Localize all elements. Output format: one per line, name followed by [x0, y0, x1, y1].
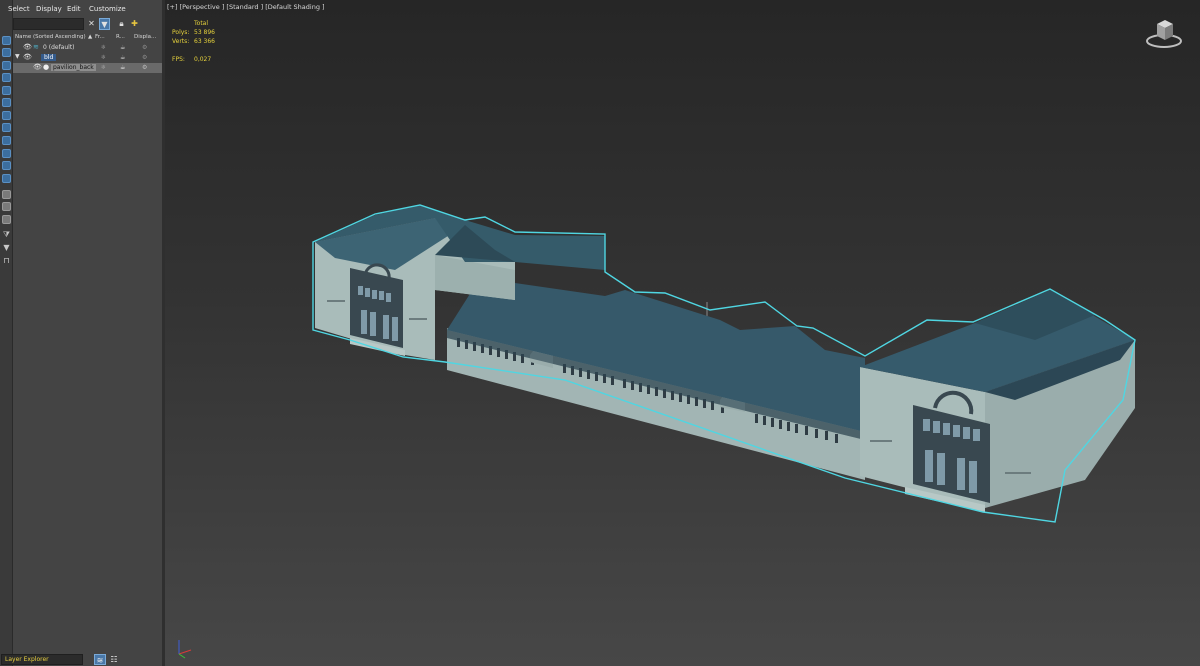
display-helpers-icon[interactable]: [2, 86, 11, 95]
sort-by-layer-icon[interactable]: ≋: [94, 654, 106, 665]
scene-explorer-panel: Select Display Edit Customize ✕ ▼ 🔒︎ ✚ N…: [1, 0, 162, 666]
visibility-eye-icon[interactable]: 👁︎: [33, 63, 42, 71]
explorer-bottom-bar: Layer Explorer ≋ ☷: [1, 652, 162, 666]
display-cameras-icon[interactable]: [2, 73, 11, 82]
tree-row-pavilion-back[interactable]: 👁︎ ● pavilion_back ❄︎ ☕︎ ⚙︎: [13, 63, 162, 73]
column-frozen[interactable]: Fr...: [95, 34, 105, 40]
expand-arrow-icon[interactable]: ▼: [15, 53, 20, 60]
menu-edit[interactable]: Edit: [67, 5, 81, 13]
display-bones-icon[interactable]: [2, 136, 11, 145]
render-toggle-icon[interactable]: ☕︎: [120, 54, 125, 61]
display-none-icon[interactable]: [2, 202, 11, 211]
freeze-toggle-icon[interactable]: ❄︎: [101, 64, 106, 71]
render-toggle-icon[interactable]: ☕︎: [120, 64, 125, 71]
perspective-viewport[interactable]: [+] [Perspective ] [Standard ] [Default …: [165, 0, 1200, 666]
building-model[interactable]: [165, 0, 1200, 666]
column-render[interactable]: R...: [116, 34, 125, 40]
column-header: Name (Sorted Ascending) ▲ Fr... R... Dis…: [13, 33, 162, 42]
axis-tripod-icon: [178, 640, 192, 659]
search-input[interactable]: [13, 18, 84, 30]
tree-row-bld-layer[interactable]: ▼ 👁︎ bld ❄︎ ☕︎ ⚙︎: [13, 53, 162, 63]
explorer-toolbar: ✕ ▼ 🔒︎ ✚: [13, 17, 162, 31]
lock-toggle-icon[interactable]: ⊓: [2, 256, 11, 265]
tree-item-label[interactable]: bld: [41, 54, 57, 61]
display-lights-icon[interactable]: [2, 61, 11, 70]
menu-customize[interactable]: Customize: [89, 5, 126, 13]
filter-icon[interactable]: ▼: [99, 18, 110, 30]
display-settings-icon[interactable]: ⚙︎: [142, 44, 147, 51]
visibility-eye-icon[interactable]: 👁︎: [23, 53, 32, 61]
display-hidden-icon[interactable]: [2, 174, 11, 183]
display-all-icon[interactable]: [2, 190, 11, 199]
explorer-menubar: Select Display Edit Customize: [8, 0, 162, 17]
menu-select[interactable]: Select: [8, 5, 30, 13]
filter-toggle-icon[interactable]: ▼: [2, 243, 11, 252]
add-layer-icon[interactable]: ✚: [129, 18, 140, 30]
display-xrefs-icon[interactable]: [2, 123, 11, 132]
freeze-toggle-icon[interactable]: ❄︎: [101, 44, 106, 51]
visibility-eye-icon[interactable]: 👁︎: [23, 43, 32, 51]
freeze-toggle-icon[interactable]: ❄︎: [101, 54, 106, 61]
display-containers-icon[interactable]: [2, 149, 11, 158]
column-display[interactable]: Displa...: [134, 34, 156, 40]
display-shapes-icon[interactable]: [2, 48, 11, 57]
close-icon[interactable]: ✕: [86, 18, 97, 30]
tree-item-label[interactable]: pavilion_back: [51, 64, 96, 71]
command-icon-strip: ⧩ ▼ ⊓: [0, 0, 13, 666]
display-frozen-icon[interactable]: [2, 161, 11, 170]
lock-icon[interactable]: 🔒︎: [116, 18, 127, 30]
display-groups-icon[interactable]: [2, 111, 11, 120]
tree-item-label[interactable]: 0 (default): [43, 44, 75, 51]
display-invert-icon[interactable]: [2, 215, 11, 224]
sort-by-hierarchy-icon[interactable]: ☷: [108, 654, 120, 665]
display-settings-icon[interactable]: ⚙︎: [142, 54, 147, 61]
tree-row-default-layer[interactable]: 👁︎ ≋ 0 (default) ❄︎ ☕︎ ⚙︎: [13, 43, 162, 53]
sort-arrow-icon: ▲: [88, 34, 93, 40]
display-spacewarps-icon[interactable]: [2, 98, 11, 107]
display-settings-icon[interactable]: ⚙︎: [142, 64, 147, 71]
sync-selection-icon[interactable]: ⧩: [2, 230, 11, 239]
column-name[interactable]: Name (Sorted Ascending): [15, 34, 86, 40]
render-toggle-icon[interactable]: ☕︎: [120, 44, 125, 51]
menu-display[interactable]: Display: [36, 5, 62, 13]
explorer-type-selector[interactable]: Layer Explorer: [1, 654, 83, 665]
layer-stack-icon: ≋: [33, 43, 39, 51]
display-objects-icon[interactable]: [2, 36, 11, 45]
object-sphere-icon: ●: [43, 63, 50, 71]
